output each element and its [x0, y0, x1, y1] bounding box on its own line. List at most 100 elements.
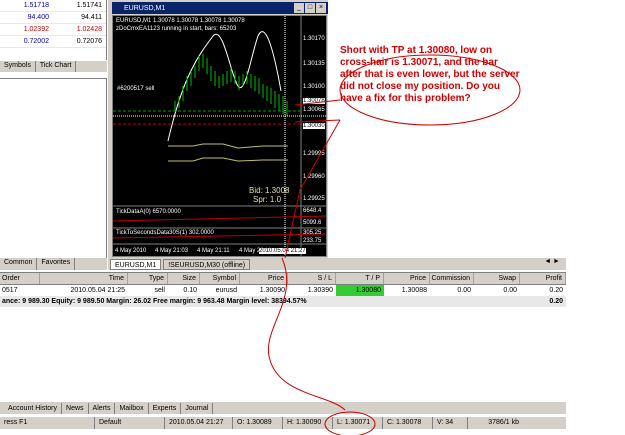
price-cell: 1.30090	[259, 287, 285, 294]
ea-status-text: zDoCmxEA1123 running in start, bars: 652…	[116, 26, 237, 32]
tab-experts[interactable]: Experts	[149, 402, 182, 414]
time-label: 4 May 2010	[115, 248, 147, 254]
balance-summary: ance: 9 989.30 Equity: 9 989.50 Margin: …	[2, 298, 307, 305]
bid-label: Bid: 1.3008	[249, 186, 290, 195]
status-profile[interactable]: Default	[95, 417, 165, 429]
col-type[interactable]: Type	[128, 273, 168, 284]
tab-journal[interactable]: Journal	[181, 402, 214, 414]
table-row[interactable]: 0517 2010.05.04 21:25 sell 0.10 eurusd 1…	[0, 285, 566, 296]
market-watch-panel: 1.51718 1.51741 94.400 94.411 1.02392 1.…	[0, 0, 107, 68]
bid-cell: 1.51718	[23, 2, 49, 9]
col-swap[interactable]: Swap	[474, 273, 520, 284]
ask-cell: 0.72076	[76, 38, 102, 45]
status-datetime: 2010.05.04 21:27	[165, 417, 233, 429]
indicator-tick: 6648.4	[303, 208, 322, 214]
commission-cell: 0.00	[457, 287, 471, 294]
current-price-tick: 1.30078	[303, 98, 325, 104]
order-label: #6200517 sell	[117, 86, 155, 92]
price-tick: 1.30065	[303, 107, 325, 113]
col-sl[interactable]: S / L	[288, 273, 336, 284]
close-icon[interactable]: ×	[316, 3, 326, 13]
size-cell: 0.10	[183, 287, 197, 294]
indicator-tick: 233.75	[303, 238, 322, 244]
market-watch-row[interactable]: 94.400 94.411	[0, 12, 106, 24]
tab-favorites[interactable]: Favorites	[37, 258, 76, 270]
price-tick: 1.30135	[303, 61, 325, 67]
terminal-tabs: Account History News Alerts Mailbox Expe…	[0, 402, 566, 414]
status-volume: V: 34	[433, 417, 468, 429]
indicator-1-label: TickDataA(0) 6570.0000	[116, 209, 181, 215]
market-watch-row[interactable]: 1.02392 1.02428	[0, 24, 106, 36]
balance-row: ance: 9 989.30 Equity: 9 989.50 Margin: …	[0, 296, 566, 307]
terminal-panel: Order Time Type Size Symbol Price S / L …	[0, 272, 566, 402]
time-label: 4 May 21:03	[155, 248, 189, 254]
status-help: ress F1	[0, 417, 95, 429]
chart-window-titlebar[interactable]: EURUSD,M1 _ □ ×	[112, 2, 328, 14]
type-cell: sell	[154, 287, 165, 294]
chart-header-text: EURUSD,M1 1.30078 1.30078 1.30078 1.3007…	[116, 18, 245, 24]
price-chart[interactable]: EURUSD,M1 1.30078 1.30078 1.30078 1.3007…	[112, 15, 327, 257]
tab-mailbox[interactable]: Mailbox	[115, 402, 149, 414]
tab-scroll-arrows-icon[interactable]: ◄ ►	[544, 258, 560, 265]
maximize-icon[interactable]: □	[305, 3, 315, 13]
indicator-2-label: TickToSecondsData30S(1) 302.0000	[116, 230, 214, 236]
indicator-tick: 305.25	[303, 230, 322, 236]
tp-cell: 1.30080	[336, 285, 384, 296]
tab-eurusd-m1[interactable]: EURUSD,M1	[110, 258, 162, 270]
tab-alerts[interactable]: Alerts	[89, 402, 116, 414]
minimize-icon[interactable]: _	[294, 3, 304, 13]
bid-cell: 1.02392	[23, 26, 49, 33]
status-close: C: 1.30078	[383, 417, 433, 429]
status-open: O: 1.30089	[233, 417, 283, 429]
profit-cell: 0.20	[549, 287, 563, 294]
col-commission[interactable]: Commission	[430, 273, 474, 284]
sl-cell: 1.30390	[307, 287, 333, 294]
chart-canvas	[113, 16, 326, 256]
tab-eurusd-m30-offline[interactable]: !SEURUSD,M30 (offline)	[163, 258, 251, 270]
spread-label: Spr: 1.0	[253, 195, 282, 204]
price-tick: 1.30100	[303, 84, 325, 90]
col-tp[interactable]: T / P	[336, 273, 384, 284]
navigator-tabs: Common Favorites	[0, 258, 107, 270]
tab-common[interactable]: Common	[0, 258, 38, 270]
current-price-cell: 1.30088	[401, 287, 427, 294]
balance-profit: 0.20	[549, 298, 563, 305]
col-profit[interactable]: Profit	[520, 273, 566, 284]
time-label: 4 May 21:11	[197, 248, 230, 254]
market-watch-row[interactable]: 1.51718 1.51741	[0, 0, 106, 12]
indicator-tick: 5099.6	[303, 220, 322, 226]
price-tick: 1.29995	[303, 151, 325, 157]
ask-cell: 1.51741	[76, 2, 102, 9]
status-high: H: 1.30090	[283, 417, 333, 429]
terminal-header: Order Time Type Size Symbol Price S / L …	[0, 273, 566, 285]
navigator-panel	[0, 78, 107, 258]
tab-tick-chart[interactable]: Tick Chart	[36, 61, 77, 72]
ask-cell: 1.02428	[76, 26, 102, 33]
col-order[interactable]: Order	[0, 273, 40, 284]
bid-cell: 94.400	[27, 14, 49, 21]
chart-tabs: EURUSD,M1 !SEURUSD,M30 (offline) ◄ ►	[108, 258, 566, 270]
status-low: L: 1.30071	[333, 417, 383, 429]
symbol-cell: eurusd	[215, 287, 237, 294]
ask-cell: 94.411	[81, 14, 102, 21]
market-watch-tabs: Symbols Tick Chart	[0, 60, 107, 72]
status-bar: ress F1 Default 2010.05.04 21:27 O: 1.30…	[0, 416, 566, 429]
crosshair-time-label: 2010.05.04 21:27	[259, 248, 306, 254]
col-symbol[interactable]: Symbol	[200, 273, 240, 284]
status-traffic: 3786/1 kb	[488, 419, 519, 426]
bid-cell: 0.72002	[23, 38, 49, 45]
tab-news[interactable]: News	[62, 402, 89, 414]
annotation-text: Short with TP at 1.30080, low on cross-h…	[340, 45, 520, 104]
price-tick: 1.29925	[303, 196, 325, 202]
chart-window-title: EURUSD,M1	[124, 4, 166, 12]
col-size[interactable]: Size	[168, 273, 200, 284]
tab-account-history[interactable]: Account History	[0, 402, 63, 414]
market-watch-row[interactable]: 0.72002 0.72076	[0, 36, 106, 48]
crosshair-price-tick: 1.30030	[303, 123, 325, 129]
tab-symbols[interactable]: Symbols	[0, 61, 36, 72]
col-price[interactable]: Price	[240, 273, 288, 284]
swap-cell: 0.00	[503, 287, 517, 294]
price-tick: 1.29960	[303, 174, 325, 180]
col-time[interactable]: Time	[40, 273, 128, 284]
col-current-price[interactable]: Price	[384, 273, 430, 284]
